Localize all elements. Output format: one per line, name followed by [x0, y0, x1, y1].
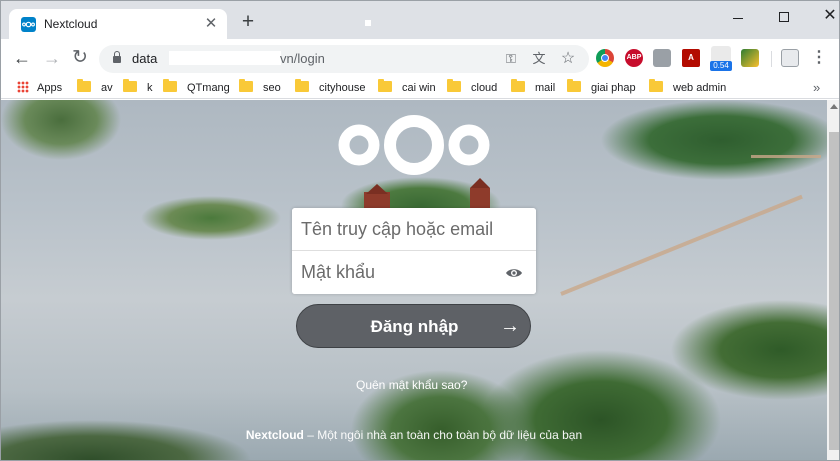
chrome-extension-icon[interactable]: [596, 49, 614, 67]
bookmark-folder[interactable]: seo: [239, 79, 281, 96]
scrollbar-thumb[interactable]: [829, 132, 839, 450]
apps-grid-icon: [17, 81, 29, 93]
folder-icon: [295, 79, 309, 92]
bookmark-folder[interactable]: QTmang: [163, 79, 230, 96]
toolbar-divider: [771, 51, 772, 67]
bookmark-label: k: [147, 82, 153, 94]
bookmark-label: Apps: [37, 82, 63, 94]
bookmark-folder[interactable]: k: [123, 79, 153, 96]
pdf-icon[interactable]: A: [682, 49, 700, 67]
folder-icon: [378, 79, 392, 92]
url-redaction: [169, 51, 281, 65]
url-host: data: [132, 51, 158, 66]
footer-tagline: – Một ngôi nhà an toàn cho toàn bộ dữ li…: [303, 428, 583, 442]
bookmark-label: seo: [263, 82, 281, 94]
bookmark-folder[interactable]: web admin: [649, 79, 727, 96]
bookmark-folder[interactable]: cloud: [447, 79, 498, 96]
bookmark-label: cityhouse: [319, 82, 366, 94]
login-form: [292, 208, 536, 294]
bookmark-label: web admin: [673, 82, 727, 94]
reload-button[interactable]: ↻: [67, 46, 93, 72]
arrow-right-icon: →: [500, 315, 520, 337]
folder-icon: [239, 79, 253, 92]
bookmarks-bar: Apps av k QTmang seo cityhouse cai win c…: [1, 77, 839, 99]
browser-toolbar: ← → ↻ data vn/login ⚿ 文 ☆ ABP A 0.54 ⋮: [1, 39, 839, 77]
nextcloud-logo: [338, 115, 490, 175]
adblock-plus-icon[interactable]: ABP: [625, 49, 643, 67]
bookmark-folder[interactable]: cityhouse: [295, 79, 366, 96]
tab-nextcloud[interactable]: Nextcloud ✕: [9, 9, 227, 39]
forward-button[interactable]: →: [39, 46, 65, 72]
footer-brand-link[interactable]: Nextcloud: [246, 428, 304, 442]
profile-icon[interactable]: [781, 49, 799, 67]
bookmark-label: av: [101, 82, 113, 94]
close-icon: ✕: [823, 7, 837, 24]
folder-icon: [447, 79, 461, 92]
folder-icon: [511, 79, 525, 92]
extension-icon[interactable]: [741, 49, 759, 67]
login-button[interactable]: Đăng nhập →: [296, 304, 531, 348]
bookmark-label: giai phap: [591, 82, 636, 94]
nextcloud-logo-icon: [21, 17, 36, 32]
folder-icon: [123, 79, 137, 92]
folder-icon: [649, 79, 663, 92]
url-path: vn/login: [280, 51, 325, 66]
bookmark-folder[interactable]: giai phap: [567, 79, 636, 96]
maximize-icon: [779, 12, 789, 22]
background-bridge: [751, 155, 821, 158]
background-bridge: [560, 194, 803, 296]
footer: Nextcloud – Một ngôi nhà an toàn cho toà…: [1, 428, 827, 442]
bookmark-label: QTmang: [187, 82, 230, 94]
folder-icon: [567, 79, 581, 92]
folder-icon: [77, 79, 91, 92]
minimize-button[interactable]: [715, 1, 761, 33]
bookmark-folder[interactable]: av: [77, 79, 113, 96]
bookmark-label: cloud: [471, 82, 498, 94]
bookmark-label: mail: [535, 82, 556, 94]
translate-icon[interactable]: 文: [529, 49, 549, 69]
forgot-password-link[interactable]: Quên mật khẩu sao?: [356, 378, 467, 392]
password-input[interactable]: [292, 251, 536, 294]
close-icon[interactable]: ✕: [201, 14, 221, 34]
lock-icon[interactable]: [113, 51, 121, 64]
scroll-up-arrow-icon[interactable]: [830, 104, 838, 109]
browser-window: Nextcloud ✕ + ✕ ← → ↻ data vn/login ⚿ 文 …: [0, 0, 840, 461]
new-tab-button[interactable]: +: [237, 11, 259, 34]
folder-icon: [163, 79, 177, 92]
tab-strip: Nextcloud ✕ + ✕: [1, 1, 839, 39]
bookmark-label: cai win: [402, 82, 436, 94]
maximize-button[interactable]: [761, 1, 807, 33]
bookmark-folder[interactable]: cai win: [378, 79, 436, 96]
login-button-label: Đăng nhập: [370, 317, 459, 336]
key-icon[interactable]: ⚿: [501, 49, 521, 69]
back-button[interactable]: ←: [9, 46, 35, 72]
cloud-upload-icon[interactable]: [653, 49, 671, 67]
bookmark-apps[interactable]: Apps: [17, 80, 62, 96]
minimize-icon: [733, 18, 743, 19]
bookmarks-overflow-button[interactable]: »: [813, 80, 820, 96]
speed-badge: 0.54: [710, 61, 732, 71]
bookmark-folder[interactable]: mail: [511, 79, 556, 96]
menu-icon[interactable]: ⋮: [809, 47, 829, 69]
vertical-scrollbar[interactable]: [827, 100, 839, 460]
tab-strip-marker: [365, 20, 371, 26]
address-bar[interactable]: data vn/login ⚿ 文 ☆: [99, 45, 589, 73]
eye-icon[interactable]: [505, 266, 523, 280]
login-page: Đăng nhập → Quên mật khẩu sao? Nextcloud…: [1, 100, 827, 460]
tab-title: Nextcloud: [44, 17, 98, 31]
username-input[interactable]: [292, 208, 536, 251]
bookmark-star-icon[interactable]: ☆: [558, 49, 578, 69]
window-close-button[interactable]: ✕: [807, 1, 839, 33]
